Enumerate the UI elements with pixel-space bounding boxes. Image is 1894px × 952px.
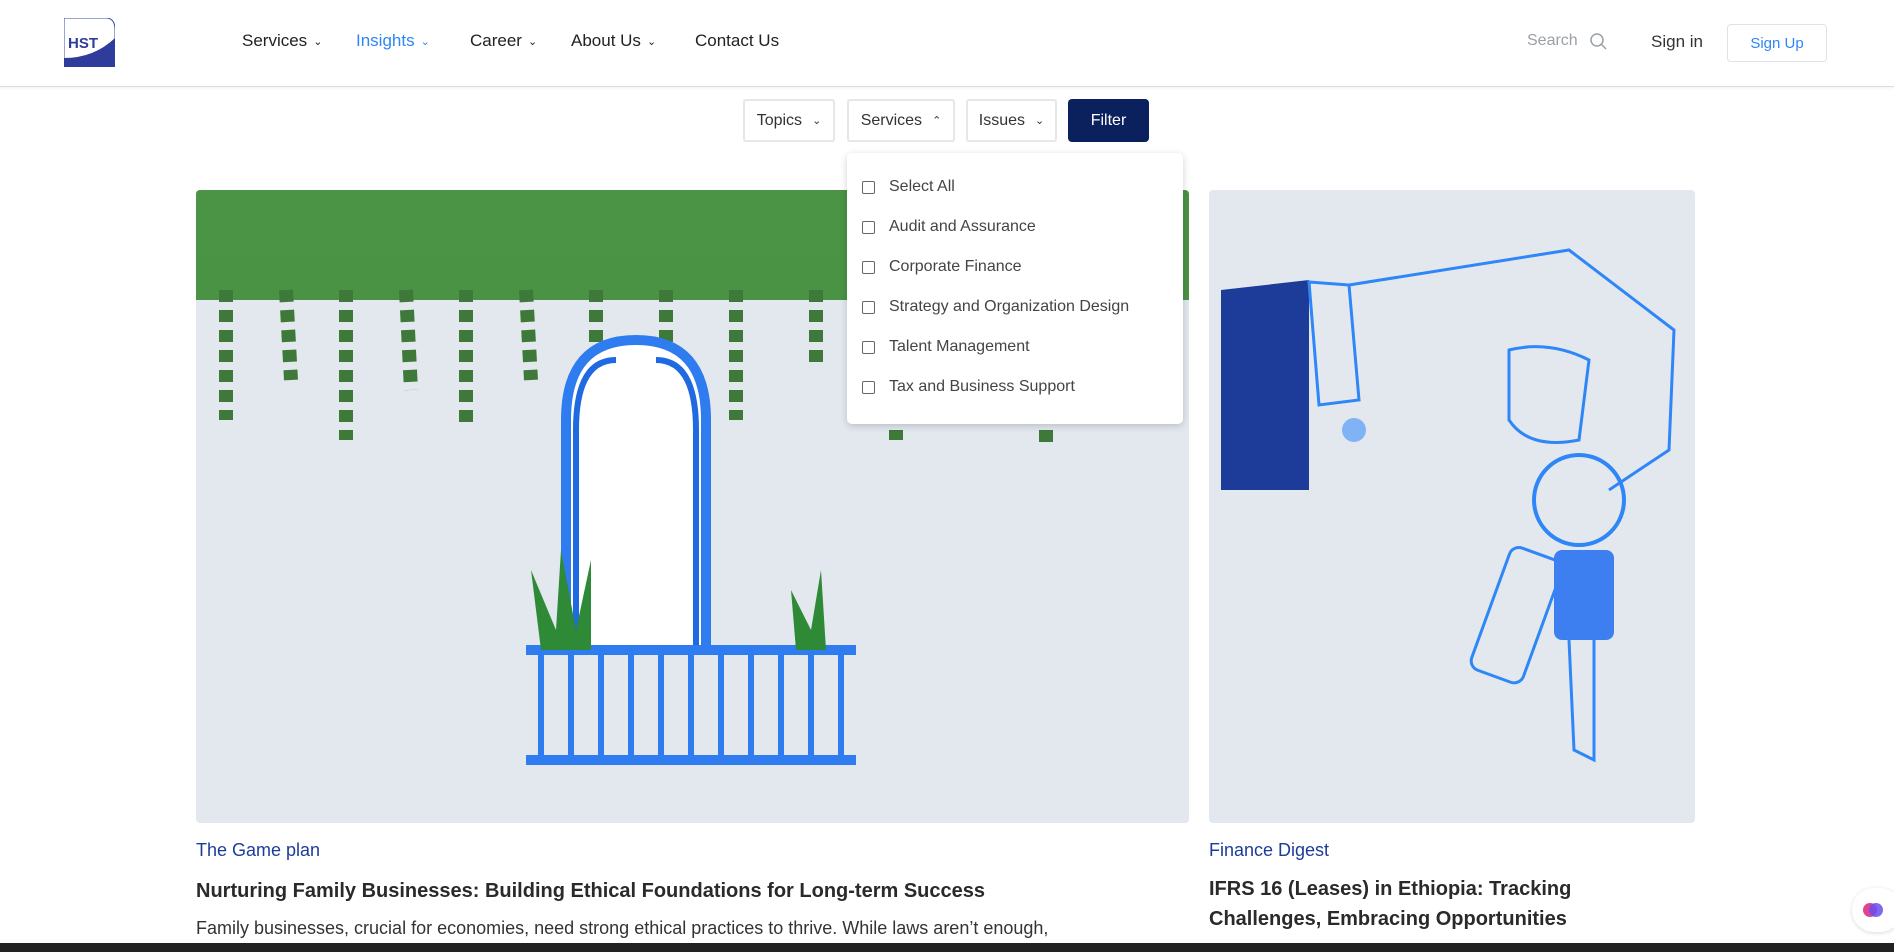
topics-label: Topics [756, 111, 803, 129]
filter-button[interactable]: Filter [1068, 99, 1149, 142]
card-category[interactable]: Finance Digest [1209, 840, 1329, 861]
hst-logo[interactable]: HST [64, 18, 115, 67]
chevron-down-icon: ⌄ [420, 35, 430, 48]
chevron-down-icon: ⌄ [646, 35, 657, 48]
option-label: Select All [889, 178, 955, 195]
nav-label: Contact Us [695, 31, 780, 50]
chevron-up-icon: ⌃ [932, 115, 942, 127]
option-talent-management[interactable]: Talent Management [862, 338, 1030, 356]
svg-text:HST: HST [68, 35, 98, 52]
option-strategy[interactable]: Strategy and Organization Design [862, 298, 1129, 316]
chevron-down-icon: ⌄ [527, 35, 538, 48]
taskbar [0, 943, 1894, 952]
option-tax-and-business-support[interactable]: Tax and Business Support [862, 378, 1075, 396]
checkbox[interactable] [862, 220, 875, 234]
checkbox[interactable] [862, 380, 875, 394]
card-title-line-2[interactable]: Challenges, Embracing Opportunities [1209, 904, 1567, 934]
checkbox[interactable] [862, 300, 875, 314]
chevron-down-icon: ⌄ [313, 35, 323, 48]
option-label: Corporate Finance [889, 258, 1022, 275]
option-label: Talent Management [889, 338, 1030, 355]
checkbox[interactable] [862, 180, 875, 194]
sign-up-button[interactable]: Sign Up [1727, 24, 1827, 62]
keys-illustration [1221, 248, 1676, 763]
nav-label: Career [470, 31, 522, 50]
option-audit-and-assurance[interactable]: Audit and Assurance [862, 218, 1036, 236]
card-title-line-1[interactable]: IFRS 16 (Leases) in Ethiopia: Tracking [1209, 874, 1571, 904]
checkbox[interactable] [862, 340, 875, 354]
issues-dropdown[interactable]: Issues ⌄ [966, 99, 1057, 142]
nav-career[interactable]: Career ⌄ [470, 31, 537, 51]
search-button[interactable]: Search [1527, 32, 1607, 50]
assistant-button[interactable] [1852, 888, 1894, 932]
services-dropdown[interactable]: Services ⌃ [847, 99, 955, 142]
nav-label: Insights [356, 31, 415, 50]
card-category[interactable]: The Game plan [196, 840, 320, 861]
option-label: Strategy and Organization Design [889, 298, 1130, 315]
services-dropdown-menu: Select All Audit and Assurance Corporate… [847, 153, 1183, 424]
nav-contact-us[interactable]: Contact Us [695, 31, 779, 51]
brain-icon [1863, 903, 1883, 917]
search-label: Search [1527, 32, 1578, 49]
card-title[interactable]: Nurturing Family Businesses: Building Et… [196, 876, 985, 906]
option-label: Audit and Assurance [889, 218, 1036, 235]
search-icon [1589, 32, 1607, 50]
chevron-down-icon: ⌄ [812, 115, 822, 127]
card-excerpt: Family businesses, crucial for economies… [196, 918, 1049, 938]
site-header: HST Services ⌄ Insights ⌄ Career ⌄ About Us… [0, 0, 1894, 87]
nav-insights[interactable]: Insights ⌄ [356, 31, 430, 51]
services-label: Services [860, 111, 923, 129]
checkbox[interactable] [862, 260, 875, 274]
chevron-down-icon: ⌄ [1035, 115, 1045, 127]
option-select-all[interactable]: Select All [862, 178, 955, 196]
card-image-keys[interactable] [1209, 190, 1695, 823]
nav-services[interactable]: Services ⌄ [242, 31, 322, 51]
nav-about-us[interactable]: About Us ⌄ [571, 31, 656, 51]
topics-dropdown[interactable]: Topics ⌄ [743, 99, 835, 142]
issues-label: Issues [978, 111, 1026, 129]
sign-in-link[interactable]: Sign in [1651, 32, 1703, 52]
nav-label: Services [242, 31, 308, 50]
option-label: Tax and Business Support [889, 378, 1075, 395]
option-corporate-finance[interactable]: Corporate Finance [862, 258, 1022, 276]
nav-label: About Us [571, 31, 641, 50]
